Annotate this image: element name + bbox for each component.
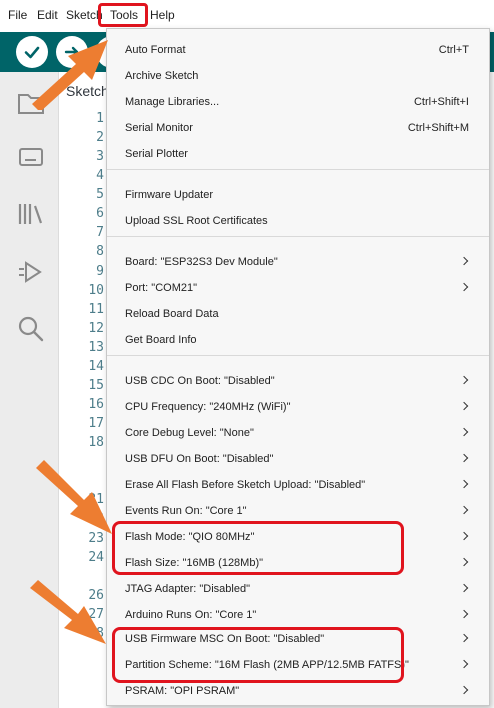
menu-item-shortcut: Ctrl+Shift+M [407, 122, 469, 134]
chevron-right-icon [459, 659, 469, 669]
menu-item[interactable]: Erase All Flash Before Sketch Upload: "D… [107, 472, 489, 498]
menu-file[interactable]: File [8, 8, 27, 22]
menu-item-label: JTAG Adapter: "Disabled" [125, 583, 250, 595]
menu-item-label: Arduino Runs On: "Core 1" [125, 609, 257, 621]
line-number: 2 [96, 130, 104, 146]
menu-item[interactable]: Core Debug Level: "None" [107, 420, 489, 446]
menu-item[interactable]: USB CDC On Boot: "Disabled" [107, 368, 489, 394]
menu-item-label: Archive Sketch [125, 70, 199, 82]
menu-item[interactable]: Reload Board Data [107, 301, 489, 327]
line-number: 17 [88, 416, 104, 432]
line-number: 1 [96, 111, 104, 126]
menu-item[interactable]: Get Board Info [107, 327, 489, 353]
line-number: 9 [96, 263, 104, 279]
menu-item-label: Port: "COM21" [125, 282, 197, 294]
line-number: 18 [88, 435, 104, 451]
menu-item-label: Get Board Info [125, 334, 197, 346]
chevron-right-icon [459, 282, 469, 292]
menu-item-label: Firmware Updater [125, 189, 214, 201]
line-number: 5 [96, 187, 104, 203]
partition-settings-highlight [112, 627, 404, 683]
line-number: 6 [96, 206, 104, 222]
debug-icon[interactable] [14, 255, 48, 289]
menu-item-label: Events Run On: "Core 1" [125, 505, 247, 517]
menu-item[interactable]: Auto Format Ctrl+T [107, 37, 489, 63]
menu-item[interactable]: Board: "ESP32S3 Dev Module" [107, 249, 489, 275]
chevron-right-icon [459, 583, 469, 593]
chevron-right-icon [459, 375, 469, 385]
arrow-to-partition-icon [30, 580, 106, 644]
search-icon[interactable] [14, 312, 48, 346]
line-number: 24 [88, 549, 104, 565]
chevron-right-icon [459, 557, 469, 567]
menu-item-shortcut: Ctrl+T [438, 44, 469, 56]
menu-item-label: CPU Frequency: "240MHz (WiFi)" [125, 401, 291, 413]
arrow-to-tools-icon [32, 40, 108, 110]
board-manager-icon[interactable] [14, 140, 48, 174]
menu-item[interactable]: USB DFU On Boot: "Disabled" [107, 446, 489, 472]
menu-item-label: Core Debug Level: "None" [125, 427, 254, 439]
line-number: 11 [88, 301, 104, 317]
menu-item-label: Reload Board Data [125, 308, 219, 320]
chevron-right-icon [459, 531, 469, 541]
menu-item-label: PSRAM: "OPI PSRAM" [125, 685, 240, 697]
line-number: 13 [88, 339, 104, 355]
menu-separator [107, 169, 489, 170]
menu-item-label: Serial Monitor [125, 122, 193, 134]
menu-item[interactable]: CPU Frequency: "240MHz (WiFi)" [107, 394, 489, 420]
tools-menu-highlight [98, 3, 148, 27]
chevron-right-icon [459, 685, 469, 695]
menu-separator [107, 236, 489, 237]
chevron-right-icon [459, 505, 469, 515]
menu-item-label: USB CDC On Boot: "Disabled" [125, 375, 275, 387]
menu-item[interactable]: Port: "COM21" [107, 275, 489, 301]
menu-item-label: USB DFU On Boot: "Disabled" [125, 453, 274, 465]
menu-item[interactable]: Arduino Runs On: "Core 1" [107, 602, 489, 628]
chevron-right-icon [459, 256, 469, 266]
menu-item[interactable]: Upload SSL Root Certificates [107, 208, 489, 234]
menu-item[interactable]: Manage Libraries... Ctrl+Shift+I [107, 89, 489, 115]
line-number: 15 [88, 377, 104, 393]
line-number: 7 [96, 225, 104, 241]
menu-item-label: Board: "ESP32S3 Dev Module" [125, 256, 278, 268]
menu-item[interactable]: Serial Monitor Ctrl+Shift+M [107, 115, 489, 141]
line-number: 16 [88, 397, 104, 413]
library-icon[interactable] [14, 197, 48, 231]
tools-dropdown-menu: Auto Format Ctrl+T Archive Sketch Manage Li… [106, 28, 490, 706]
chevron-right-icon [459, 479, 469, 489]
chevron-right-icon [459, 609, 469, 619]
line-number: 8 [96, 244, 104, 260]
menu-item-label: Erase All Flash Before Sketch Upload: "D… [125, 479, 366, 491]
menu-item[interactable]: JTAG Adapter: "Disabled" [107, 576, 489, 602]
menu-edit[interactable]: Edit [37, 8, 58, 22]
line-number: 4 [96, 168, 104, 184]
chevron-right-icon [459, 453, 469, 463]
flash-settings-highlight [112, 521, 404, 575]
menu-item[interactable]: Archive Sketch [107, 63, 489, 89]
line-number: 10 [88, 282, 104, 298]
menu-item-label: Upload SSL Root Certificates [125, 215, 268, 227]
line-number: 12 [88, 320, 104, 336]
menu-item-shortcut: Ctrl+Shift+I [413, 96, 469, 108]
menu-item[interactable]: Serial Plotter [107, 141, 489, 167]
chevron-right-icon [459, 633, 469, 643]
menu-item-label: Manage Libraries... [125, 96, 220, 108]
arrow-to-flash-icon [36, 460, 112, 534]
menu-help[interactable]: Help [150, 8, 175, 22]
menu-separator [107, 355, 489, 356]
chevron-right-icon [459, 401, 469, 411]
chevron-right-icon [459, 427, 469, 437]
line-number: 14 [88, 358, 104, 374]
menu-item-label: Serial Plotter [125, 148, 188, 160]
line-number: 3 [96, 149, 104, 165]
menu-item-label: Auto Format [125, 44, 186, 56]
menu-item[interactable]: Firmware Updater [107, 182, 489, 208]
